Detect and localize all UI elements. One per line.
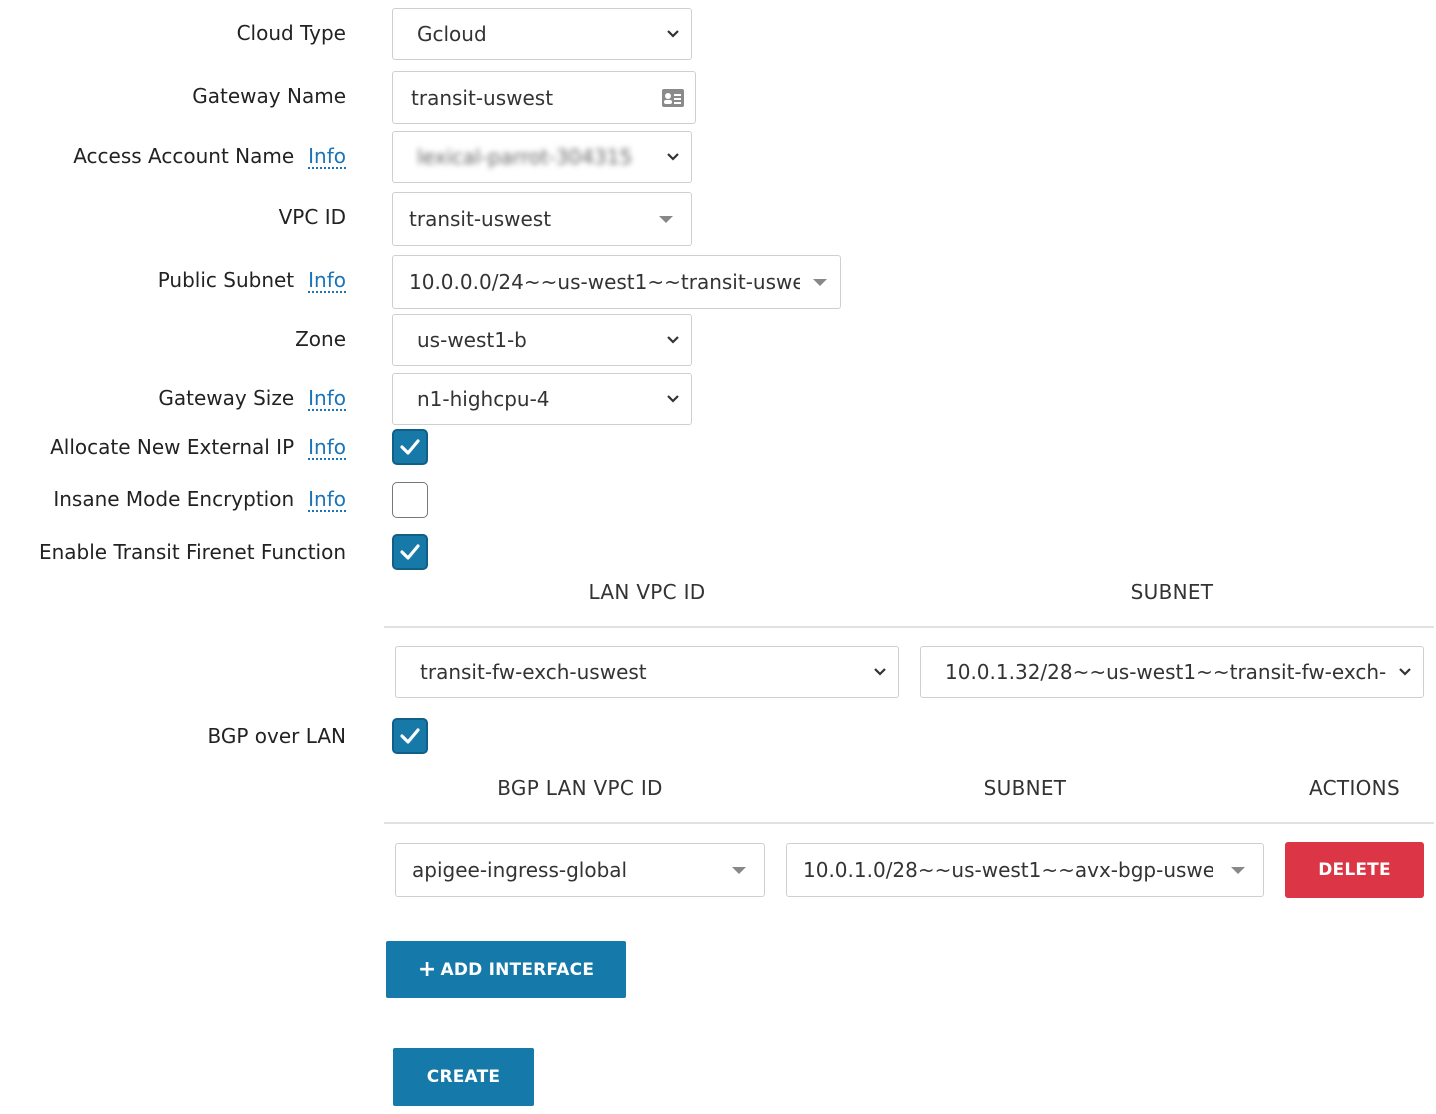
gateway-size-label: Gateway Size Info	[158, 386, 346, 410]
cloud-type-select[interactable]: Gcloud	[392, 8, 692, 60]
public-subnet-select[interactable]: 10.0.0.0/24~~us-west1~~transit-uswest	[392, 255, 841, 309]
cloud-type-value: Gcloud	[417, 22, 487, 46]
chevron-down-icon	[862, 647, 898, 697]
bgp-vpc-value: apigee-ingress-global	[412, 858, 628, 882]
insane-mode-label: Insane Mode Encryption Info	[53, 487, 346, 511]
divider	[384, 626, 1434, 628]
lan-subnet-value: 10.0.1.32/28~~us-west1~~transit-fw-exch-…	[945, 660, 1387, 684]
info-link[interactable]: Info	[308, 386, 346, 410]
checkmark-icon	[400, 728, 420, 744]
add-interface-button[interactable]: + ADD INTERFACE	[386, 941, 626, 998]
caret-down-icon	[1213, 844, 1263, 896]
gateway-size-select[interactable]: n1-highcpu-4	[392, 373, 692, 425]
public-subnet-value: 10.0.0.0/24~~us-west1~~transit-uswest	[409, 270, 800, 294]
zone-value: us-west1-b	[417, 328, 527, 352]
bgp-subnet-select[interactable]: 10.0.1.0/28~~us-west1~~avx-bgp-uswest	[786, 843, 1264, 897]
gateway-name-value: transit-uswest	[411, 85, 554, 110]
lan-vpc-select[interactable]: transit-fw-exch-uswest	[395, 646, 899, 698]
chevron-down-icon	[655, 374, 691, 424]
info-link[interactable]: Info	[308, 268, 346, 292]
lan-subnet-header: SUBNET	[1130, 580, 1214, 604]
divider	[384, 822, 1434, 824]
public-subnet-label: Public Subnet Info	[157, 268, 346, 292]
bgp-vpc-id-header: BGP LAN VPC ID	[497, 776, 663, 800]
chevron-down-icon	[1387, 647, 1423, 697]
caret-down-icon	[800, 256, 840, 308]
chevron-down-icon	[655, 315, 691, 365]
zone-select[interactable]: us-west1-b	[392, 314, 692, 366]
firenet-checkbox[interactable]	[392, 534, 428, 570]
access-account-select[interactable]: lexical-parrot-304315	[392, 131, 692, 183]
info-link[interactable]: Info	[308, 435, 346, 459]
access-account-label: Access Account Name Info	[73, 144, 346, 168]
info-link[interactable]: Info	[308, 487, 346, 511]
zone-label: Zone	[295, 327, 346, 351]
checkmark-icon	[400, 439, 420, 455]
contact-card-icon	[651, 72, 695, 123]
bgp-subnet-value: 10.0.1.0/28~~us-west1~~avx-bgp-uswest	[803, 858, 1213, 882]
delete-button[interactable]: DELETE	[1285, 842, 1424, 898]
checkmark-icon	[400, 544, 420, 560]
bgp-vpc-select[interactable]: apigee-ingress-global	[395, 843, 765, 897]
vpc-id-select[interactable]: transit-uswest	[392, 192, 692, 246]
lan-vpc-id-header: LAN VPC ID	[588, 580, 706, 604]
gateway-size-value: n1-highcpu-4	[417, 387, 550, 411]
plus-icon: +	[417, 956, 437, 982]
chevron-down-icon	[655, 132, 691, 182]
lan-vpc-value: transit-fw-exch-uswest	[420, 660, 647, 684]
allocate-ip-label: Allocate New External IP Info	[50, 435, 346, 459]
add-interface-label: ADD INTERFACE	[440, 959, 595, 980]
allocate-ip-checkbox[interactable]	[392, 429, 428, 465]
vpc-id-value: transit-uswest	[409, 207, 552, 231]
chevron-down-icon	[655, 9, 691, 59]
gateway-name-label: Gateway Name	[192, 84, 346, 108]
insane-mode-checkbox[interactable]	[392, 482, 428, 518]
caret-down-icon	[714, 844, 764, 896]
bgp-over-lan-checkbox[interactable]	[392, 718, 428, 754]
cloud-type-label: Cloud Type	[236, 21, 346, 45]
create-button[interactable]: CREATE	[393, 1048, 534, 1106]
gateway-name-input[interactable]: transit-uswest	[392, 71, 696, 124]
firenet-label: Enable Transit Firenet Function	[38, 540, 346, 564]
bgp-over-lan-label: BGP over LAN	[207, 724, 347, 748]
lan-subnet-select[interactable]: 10.0.1.32/28~~us-west1~~transit-fw-exch-…	[920, 646, 1424, 698]
bgp-actions-header: ACTIONS	[1309, 776, 1400, 800]
info-link[interactable]: Info	[308, 144, 346, 168]
caret-down-icon	[641, 193, 691, 245]
vpc-id-label: VPC ID	[278, 205, 346, 229]
bgp-subnet-header: SUBNET	[983, 776, 1067, 800]
access-account-value: lexical-parrot-304315	[417, 145, 633, 169]
